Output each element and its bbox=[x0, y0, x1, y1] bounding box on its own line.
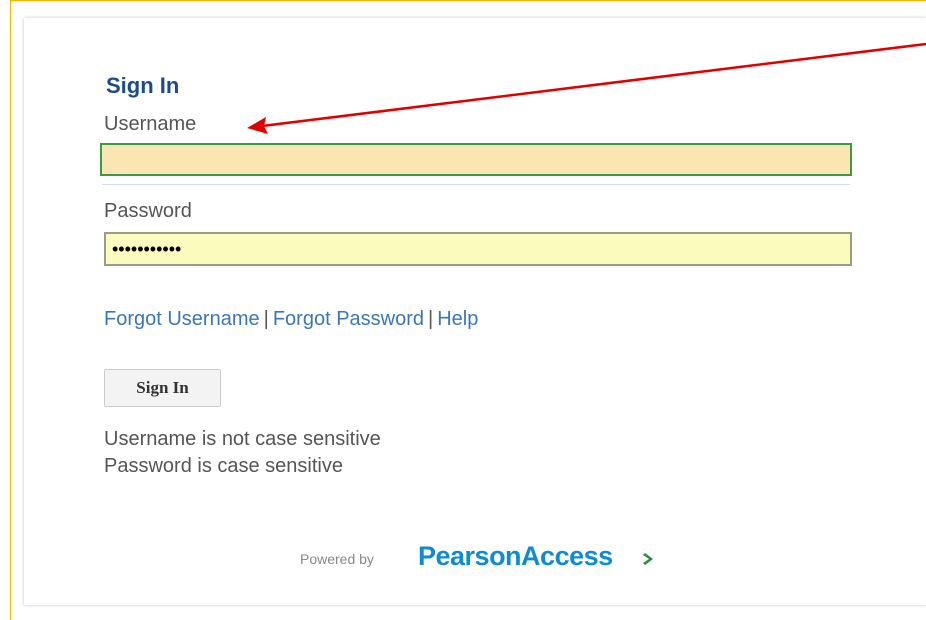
powered-by-label: Powered by bbox=[300, 551, 374, 567]
link-separator: | bbox=[263, 308, 269, 330]
page-title: Sign In bbox=[106, 73, 180, 98]
password-field[interactable] bbox=[104, 232, 852, 266]
username-field-shadow bbox=[102, 176, 850, 185]
help-links: Forgot Username | Forgot Password | Help bbox=[104, 308, 478, 331]
sign-in-button[interactable]: Sign In bbox=[104, 369, 221, 407]
link-separator: | bbox=[428, 308, 434, 330]
pearson-access-logo: PearsonAccess bbox=[418, 541, 613, 571]
forgot-password-link[interactable]: Forgot Password bbox=[273, 308, 424, 330]
forgot-username-link[interactable]: Forgot Username bbox=[104, 308, 260, 330]
chevron-right-icon bbox=[643, 553, 653, 565]
password-case-note: Password is case sensitive bbox=[104, 455, 343, 477]
password-label: Password bbox=[104, 200, 192, 222]
username-case-note: Username is not case sensitive bbox=[104, 428, 381, 450]
username-label: Username bbox=[104, 113, 197, 135]
help-link[interactable]: Help bbox=[437, 308, 478, 330]
username-field[interactable] bbox=[100, 143, 852, 176]
